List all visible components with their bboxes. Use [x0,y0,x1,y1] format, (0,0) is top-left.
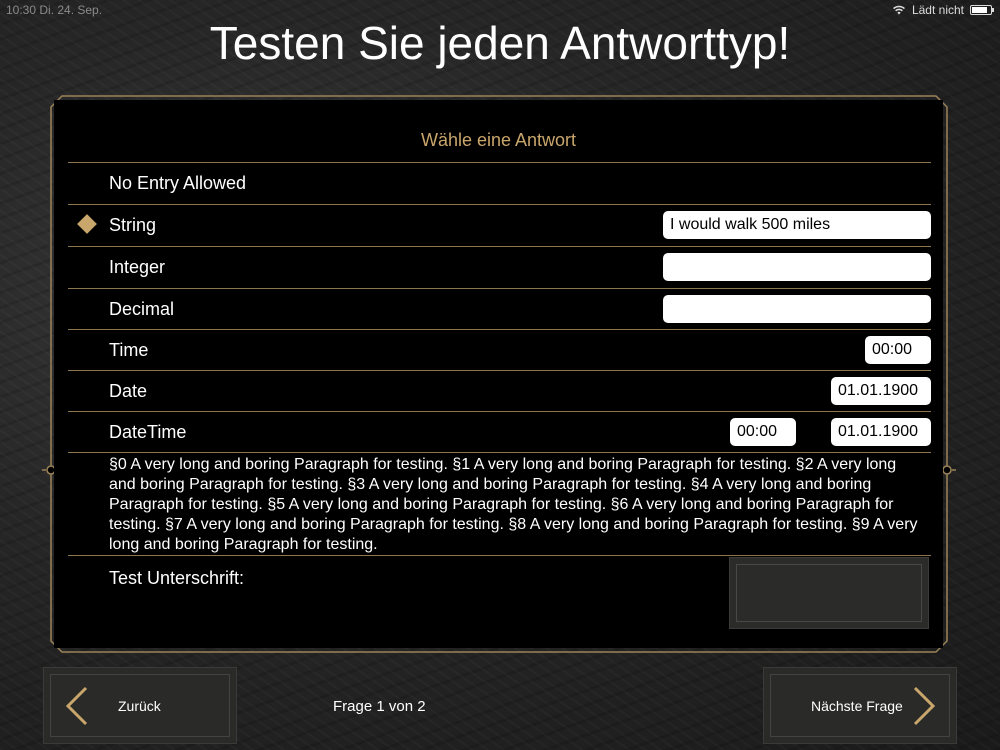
chevron-right-icon [913,686,936,726]
answer-row-time[interactable]: Time 00:00 [54,330,943,371]
datetime-date-input[interactable]: 01.01.1900 [831,418,931,446]
answer-label: Time [109,340,149,360]
divider [68,452,931,453]
wifi-icon [893,5,905,15]
time-input[interactable]: 00:00 [865,336,931,364]
question-header: Wähle eine Antwort [420,130,577,150]
answer-label: No Entry Allowed [109,173,247,193]
answer-row-integer[interactable]: Integer [54,247,943,288]
back-button-label: Zurück [118,698,161,714]
page-indicator: Frage 1 von 2 [333,698,426,715]
answer-label: DateTime [109,422,187,442]
answer-label: Decimal [109,299,175,319]
divider [68,555,931,556]
diamond-icon [77,214,97,234]
decimal-input[interactable] [663,295,931,323]
answer-label: String [109,215,157,235]
string-input[interactable]: I would walk 500 miles [663,211,931,239]
battery-icon [970,5,994,15]
back-button[interactable]: Zurück [43,667,237,744]
paragraph-text: §0 A very long and boring Paragraph for … [109,456,918,553]
integer-input[interactable] [663,253,931,281]
answer-row-no-entry[interactable]: No Entry Allowed [54,163,943,204]
charging-status: Lädt nicht [911,3,964,17]
answer-row-date[interactable]: Date 01.01.1900 [54,371,943,412]
signature-label: Test Unterschrift: [109,568,245,588]
question-panel: Wähle eine Antwort No Entry Allowed Stri… [54,100,943,648]
answer-label: Integer [109,257,166,277]
answer-row-decimal[interactable]: Decimal [54,289,943,330]
date-input[interactable]: 01.01.1900 [831,377,931,405]
signature-pad[interactable] [729,557,929,629]
page-title: Testen Sie jeden Antworttyp! [209,17,791,69]
chevron-left-icon [65,686,88,726]
status-right: Lädt nicht [892,3,994,17]
next-button[interactable]: Nächste Frage [763,667,957,744]
answer-label: Date [109,381,148,401]
answer-row-string[interactable]: String I would walk 500 miles [54,205,943,246]
datetime-time-input[interactable]: 00:00 [730,418,796,446]
answer-row-datetime[interactable]: DateTime 00:00 01.01.1900 [54,412,943,453]
status-time: 10:30 Di. 24. Sep. [6,3,103,17]
next-button-label: Nächste Frage [811,698,903,714]
